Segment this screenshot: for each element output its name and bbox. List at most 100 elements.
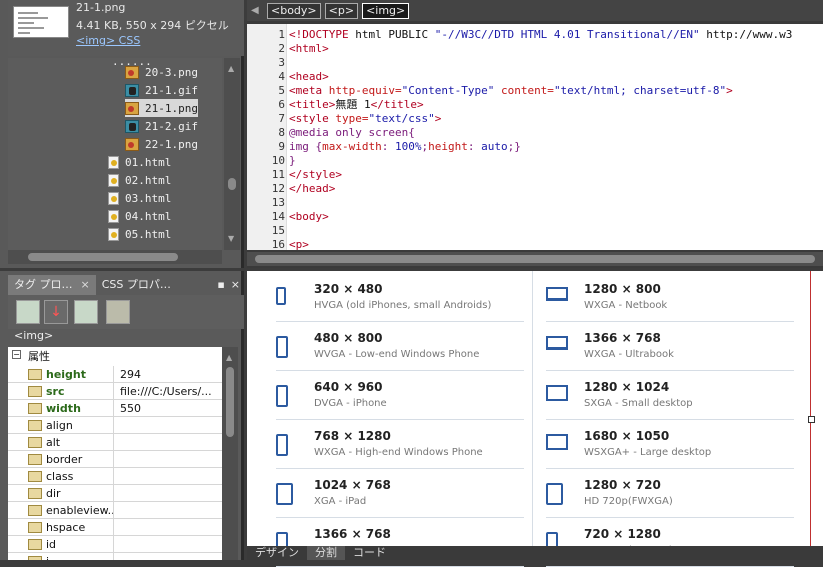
property-row[interactable]: width 550 [8, 399, 222, 417]
design-view[interactable]: 320 × 480 HVGA (old iPhones, small Androi… [247, 271, 823, 567]
resolution-label: 1280 × 800 [584, 282, 661, 296]
property-value[interactable] [120, 536, 220, 553]
column-divider [532, 271, 533, 551]
scrollbar-thumb[interactable] [226, 367, 234, 437]
property-group-header[interactable]: − 属性 [8, 347, 222, 364]
tab-split[interactable]: 分割 [307, 546, 345, 560]
property-value[interactable] [120, 519, 220, 536]
property-row[interactable]: align [8, 416, 222, 434]
attribute-icon [28, 471, 42, 482]
file-tree-item[interactable]: 01.html [108, 153, 171, 171]
property-value[interactable] [120, 485, 220, 502]
code-line[interactable]: <head> [289, 70, 329, 84]
code-line[interactable]: <body> [289, 210, 329, 224]
attribute-icon [28, 505, 42, 516]
code-line[interactable]: <html> [289, 42, 329, 56]
property-row[interactable]: class [8, 467, 222, 485]
file-tree-item[interactable]: 04.html [108, 207, 171, 225]
code-line[interactable]: } [289, 154, 296, 168]
line-number: 15 [271, 224, 285, 237]
property-row[interactable]: dir [8, 484, 222, 502]
collapse-toggle-icon[interactable]: − [12, 350, 21, 359]
property-row[interactable]: border [8, 450, 222, 468]
file-tree-hscrollbar[interactable] [8, 250, 222, 264]
attribute-icon [28, 539, 42, 550]
tab-code[interactable]: コード [345, 546, 394, 560]
file-tree-scrollbar[interactable]: ▲ ▼ [224, 58, 240, 250]
categorized-view-icon[interactable] [16, 300, 40, 324]
property-grid-scrollbar[interactable]: ▲ [222, 347, 238, 560]
property-row[interactable]: height 294 [8, 365, 222, 383]
phone-icon [276, 385, 288, 407]
breadcrumb-p[interactable]: <p> [324, 2, 359, 19]
line-number: 3 [278, 56, 285, 69]
code-line[interactable]: <title>無題 1</title> [289, 98, 424, 112]
attribute-icon [28, 386, 42, 397]
html-file-icon [108, 227, 119, 241]
file-tree-item[interactable]: 20-3.png [125, 63, 198, 81]
code-line[interactable]: img {max-width: 100%;height: auto;} [289, 140, 521, 154]
property-row[interactable]: enableview... [8, 501, 222, 519]
tab-css-properties[interactable]: CSS プロパ… [96, 275, 177, 295]
breadcrumb-body[interactable]: <body> [267, 2, 321, 19]
property-value[interactable]: 550 [120, 400, 220, 417]
property-row[interactable]: hspace [8, 518, 222, 536]
property-value[interactable] [120, 434, 220, 451]
scroll-up-arrow-icon[interactable]: ▲ [226, 353, 234, 363]
attribute-list-icon[interactable] [106, 300, 130, 324]
property-row[interactable]: src file:///C:/Users/... [8, 382, 222, 400]
scrollbar-thumb[interactable] [255, 255, 815, 263]
resolution-description: WVGA - Low-end Windows Phone [314, 349, 480, 360]
tab-tag-properties[interactable]: タグ プロ… × [8, 275, 96, 295]
scrollbar-thumb[interactable] [228, 178, 236, 190]
sort-az-icon[interactable]: ↓ [44, 300, 68, 324]
properties-toolbar: ↓ [8, 295, 244, 329]
resolution-label: 768 × 1280 [314, 429, 391, 443]
code-hscrollbar[interactable] [247, 252, 823, 266]
pin-icon[interactable]: ▪ [215, 275, 226, 295]
tab-close-icon[interactable]: × [81, 278, 90, 291]
preview-links[interactable]: <img> CSS [76, 34, 140, 47]
code-editor[interactable]: 1 2 3 4 5 6 7 8 9 10 11 12 13 14 15 16 <!DOCTYPE html P… [247, 24, 823, 250]
code-line[interactable]: @media only screen{ [289, 126, 415, 140]
image-thumbnail [13, 6, 69, 38]
code-line[interactable]: <p> [289, 238, 309, 250]
file-tree-item[interactable]: 22-1.png [125, 135, 198, 153]
property-value[interactable]: 294 [120, 366, 220, 383]
property-value[interactable] [120, 468, 220, 485]
resize-handle[interactable] [808, 416, 815, 423]
resolution-description: HD 720p(FWXGA) [584, 496, 673, 507]
scrollbar-thumb[interactable] [28, 253, 178, 261]
line-number: 12 [271, 182, 285, 195]
attribute-icon [28, 454, 42, 465]
tablet-icon [276, 483, 293, 505]
property-row[interactable]: id [8, 535, 222, 553]
property-value[interactable]: file:///C:/Users/... [120, 383, 220, 400]
file-tree-item[interactable]: 03.html [108, 189, 171, 207]
property-value[interactable] [120, 417, 220, 434]
code-line[interactable]: <!DOCTYPE html PUBLIC "-//W3C//DTD HTML … [289, 28, 792, 42]
property-value[interactable] [120, 502, 220, 519]
file-tree-item[interactable]: 02.html [108, 171, 171, 189]
breadcrumb-img[interactable]: <img> [362, 2, 410, 19]
file-tree-item[interactable]: 21-1.gif [125, 81, 198, 99]
group-label: 属性 [28, 349, 50, 363]
code-line[interactable]: <style type="text/css"> [289, 112, 441, 126]
show-set-properties-icon[interactable] [74, 300, 98, 324]
tab-design[interactable]: デザイン [247, 546, 307, 560]
file-tree-item[interactable]: 21-2.gif [125, 117, 198, 135]
scroll-down-arrow-icon[interactable]: ▼ [228, 234, 236, 244]
breadcrumb-back-icon[interactable]: ◀ [251, 5, 263, 16]
code-line[interactable]: </head> [289, 182, 335, 196]
scroll-up-arrow-icon[interactable]: ▲ [228, 64, 236, 74]
resolution-description: WSXGA+ - Large desktop [584, 447, 712, 458]
code-line[interactable]: <meta http-equiv="Content-Type" content=… [289, 84, 733, 98]
code-line[interactable]: </style> [289, 168, 342, 182]
property-value[interactable] [120, 451, 220, 468]
panel-close-icon[interactable]: × [227, 275, 244, 295]
property-row[interactable]: alt [8, 433, 222, 451]
file-tree-item[interactable]: 21-1.png [125, 99, 198, 117]
file-tree-item[interactable]: 05.html [108, 225, 171, 243]
property-row[interactable]: i [8, 552, 222, 561]
property-value[interactable] [120, 553, 220, 561]
